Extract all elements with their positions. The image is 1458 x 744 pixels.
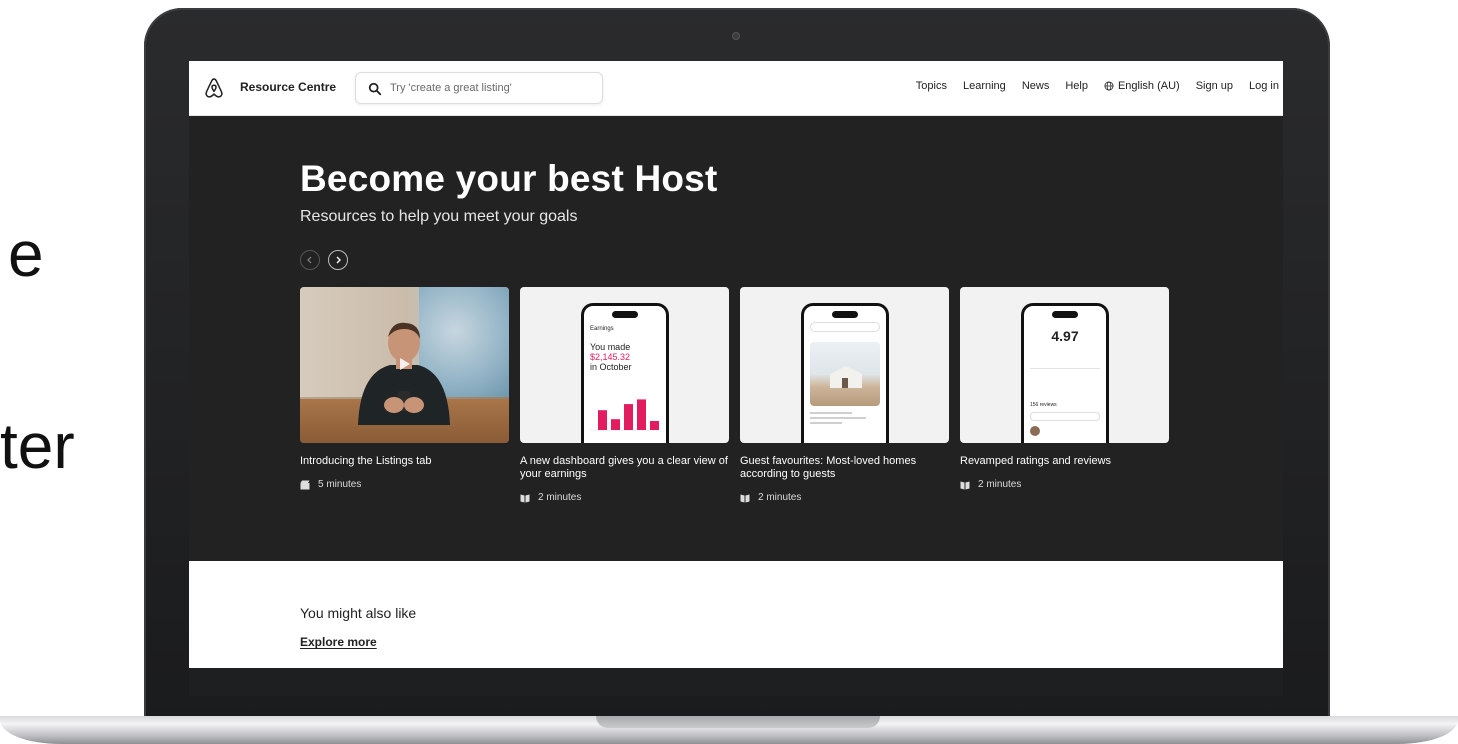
card-meta: 2 minutes <box>960 479 1169 490</box>
listing-photo <box>810 342 880 406</box>
login-link[interactable]: Log in <box>1249 80 1279 92</box>
card-duration: 5 minutes <box>318 479 362 490</box>
explore-more-link[interactable]: Explore more <box>300 635 377 649</box>
rating-categories <box>1030 368 1100 390</box>
nav-link-learning[interactable]: Learning <box>963 80 1006 92</box>
screen-bezel-bottom <box>189 668 1283 696</box>
airbnb-logo-icon[interactable] <box>203 76 225 100</box>
article-icon <box>740 494 750 502</box>
review-search <box>1030 412 1100 421</box>
nav-links: Topics Learning News Help English (AU) S… <box>916 80 1279 92</box>
card-earnings-dashboard[interactable]: Earnings You made $2,145.32 in October A… <box>520 287 729 503</box>
search-input[interactable] <box>390 79 590 97</box>
earnings-bar-chart <box>590 399 660 431</box>
hero-section: Become your best Host Resources to help … <box>189 116 1283 561</box>
card-title[interactable]: Revamped ratings and reviews <box>960 455 1169 468</box>
card-duration: 2 minutes <box>978 479 1022 490</box>
card-meta: 2 minutes <box>520 492 729 503</box>
card-carousel: Introducing the Listings tab 5 minutes E <box>300 287 1169 503</box>
phone-screen: Earnings You made $2,145.32 in October <box>584 306 666 443</box>
phone-screen <box>804 306 886 443</box>
phone-search-bar <box>810 322 880 332</box>
earnings-summary: You made $2,145.32 in October <box>590 342 632 372</box>
nav-link-news[interactable]: News <box>1022 80 1050 92</box>
earnings-bar <box>637 399 646 430</box>
card-listings-tab[interactable]: Introducing the Listings tab 5 minutes <box>300 287 509 503</box>
card-title[interactable]: A new dashboard gives you a clear view o… <box>520 455 729 481</box>
search-icon <box>368 82 382 96</box>
article-icon <box>520 494 530 502</box>
house-icon <box>830 366 862 388</box>
card-guest-favourites[interactable]: Guest favourites: Most-loved homes accor… <box>740 287 949 503</box>
play-icon[interactable] <box>397 357 411 371</box>
phone-mockup: Earnings You made $2,145.32 in October <box>581 303 669 443</box>
rating-value: 4.97 <box>1051 328 1079 344</box>
earnings-bar <box>624 404 633 430</box>
carousel-prev-button[interactable] <box>300 250 320 270</box>
earnings-amount: $2,145.32 <box>590 352 631 362</box>
earnings-line3: in October <box>590 362 632 372</box>
reviews-count: 156 reviews <box>1030 402 1057 408</box>
laptop-notch <box>596 716 880 728</box>
earnings-bar <box>598 410 607 430</box>
card-thumbnail-guest-favourites[interactable] <box>740 287 949 443</box>
earnings-label: Earnings <box>590 326 614 332</box>
card-thumbnail-video[interactable] <box>300 287 509 443</box>
card-duration: 2 minutes <box>538 492 582 503</box>
card-thumbnail-ratings[interactable]: 4.97 156 reviews <box>960 287 1169 443</box>
earnings-bar <box>650 421 659 430</box>
dynamic-island <box>832 311 858 318</box>
phone-screen: 4.97 156 reviews <box>1024 306 1106 443</box>
brand-title[interactable]: Resource Centre <box>240 80 336 94</box>
card-title[interactable]: Introducing the Listings tab <box>300 455 509 468</box>
language-selector[interactable]: English (AU) <box>1104 80 1180 92</box>
phone-mockup <box>801 303 889 443</box>
reviewer-avatar <box>1030 426 1040 436</box>
card-title[interactable]: Guest favourites: Most-loved homes accor… <box>740 455 949 481</box>
background-text-fragment-2: ter <box>0 410 75 482</box>
top-nav: Resource Centre Topics Learning News Hel… <box>189 61 1283 116</box>
earnings-line1: You made <box>590 342 631 352</box>
signup-link[interactable]: Sign up <box>1196 80 1233 92</box>
card-ratings-reviews[interactable]: 4.97 156 reviews Revamped ratings and re… <box>960 287 1169 503</box>
language-label: English (AU) <box>1117 80 1180 92</box>
chevron-right-icon <box>336 256 341 264</box>
nav-link-topics[interactable]: Topics <box>916 80 947 92</box>
chevron-left-icon <box>307 256 312 264</box>
nav-link-help[interactable]: Help <box>1065 80 1088 92</box>
card-meta: 2 minutes <box>740 492 949 503</box>
camera-icon <box>732 32 740 40</box>
card-thumbnail-earnings[interactable]: Earnings You made $2,145.32 in October <box>520 287 729 443</box>
globe-icon <box>1104 81 1114 91</box>
carousel-next-button[interactable] <box>328 250 348 270</box>
dynamic-island <box>612 311 638 318</box>
earnings-bar <box>611 419 620 430</box>
phone-mockup: 4.97 156 reviews <box>1021 303 1109 443</box>
dynamic-island <box>1052 311 1078 318</box>
video-icon <box>300 480 310 489</box>
hero-subtitle: Resources to help you meet your goals <box>300 208 578 225</box>
card-duration: 2 minutes <box>758 492 802 503</box>
article-icon <box>960 481 970 489</box>
search-bar[interactable] <box>355 72 603 104</box>
card-meta: 5 minutes <box>300 479 509 490</box>
listing-details <box>810 412 880 427</box>
browser-screen: Resource Centre Topics Learning News Hel… <box>189 61 1283 668</box>
section-title-you-might-also-like: You might also like <box>300 605 417 621</box>
hero-title: Become your best Host <box>300 158 718 199</box>
background-text-fragment-1: e <box>8 218 44 290</box>
